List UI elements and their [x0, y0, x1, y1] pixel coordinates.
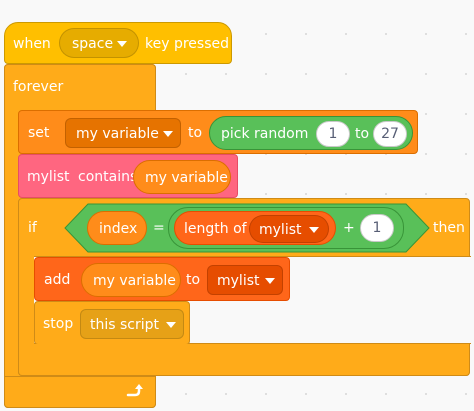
- pick-random-block[interactable]: pick random 1 to 27: [209, 116, 413, 150]
- stop-label: stop: [43, 316, 74, 332]
- set-variable-dropdown-value: my variable: [76, 126, 159, 142]
- if-label: if: [28, 220, 37, 236]
- plus-operator: +: [343, 220, 355, 236]
- variable-reporter[interactable]: my variable: [133, 160, 231, 194]
- set-variable-dropdown[interactable]: my variable: [65, 118, 181, 148]
- set-label: set: [28, 125, 50, 141]
- equals-operator: =: [153, 220, 165, 236]
- variable-reporter-label: my variable: [93, 273, 176, 289]
- index-variable-reporter[interactable]: index: [87, 211, 147, 245]
- chevron-down-icon: [265, 278, 275, 284]
- variable-reporter-label: my variable: [145, 170, 228, 186]
- set-to-label: to: [188, 125, 203, 141]
- length-list-dropdown-value: mylist: [259, 222, 302, 238]
- when-label: when: [13, 36, 51, 52]
- stop-option-dropdown-value: this script: [90, 317, 160, 333]
- random-from-input[interactable]: 1: [316, 121, 350, 147]
- add-list-dropdown[interactable]: mylist: [207, 265, 283, 295]
- contains-list-name: mylist: [27, 169, 70, 185]
- stop-option-dropdown[interactable]: this script: [80, 309, 184, 339]
- length-of-label: length of: [184, 221, 247, 237]
- add-label: add: [44, 272, 71, 288]
- contains-label: contains: [78, 169, 138, 185]
- chevron-down-icon: [117, 41, 127, 47]
- random-to-input[interactable]: 27: [373, 121, 407, 147]
- if-left-spine: [18, 256, 34, 344]
- chevron-down-icon: [166, 322, 176, 328]
- index-label: index: [99, 221, 138, 237]
- when-key-pressed-block[interactable]: when space key pressed: [4, 22, 232, 64]
- length-of-list-block[interactable]: length of mylist: [174, 211, 336, 245]
- addend-input[interactable]: 1: [360, 214, 394, 242]
- key-pressed-label: key pressed: [145, 36, 229, 52]
- pick-random-label: pick random: [221, 126, 309, 142]
- set-variable-block[interactable]: set my variable to pick random 1 to 27: [18, 110, 418, 154]
- length-list-dropdown[interactable]: mylist: [249, 215, 329, 243]
- chevron-down-icon: [163, 131, 173, 137]
- variable-reporter[interactable]: my variable: [81, 263, 181, 297]
- add-to-list-block[interactable]: add my variable to mylist: [34, 257, 290, 301]
- forever-label: forever: [13, 79, 64, 95]
- add-list-dropdown-value: mylist: [217, 273, 260, 289]
- if-bottom-arm: [18, 344, 470, 376]
- key-dropdown[interactable]: space: [59, 28, 139, 58]
- key-dropdown-value: space: [72, 36, 114, 52]
- add-to-label: to: [186, 272, 201, 288]
- loop-arrow-icon: [126, 384, 143, 397]
- list-contains-block[interactable]: mylist contains my variable: [18, 154, 238, 198]
- then-label: then: [433, 220, 465, 236]
- random-to-label: to: [355, 126, 370, 142]
- stop-block[interactable]: stop this script: [34, 301, 190, 345]
- chevron-down-icon: [309, 227, 319, 233]
